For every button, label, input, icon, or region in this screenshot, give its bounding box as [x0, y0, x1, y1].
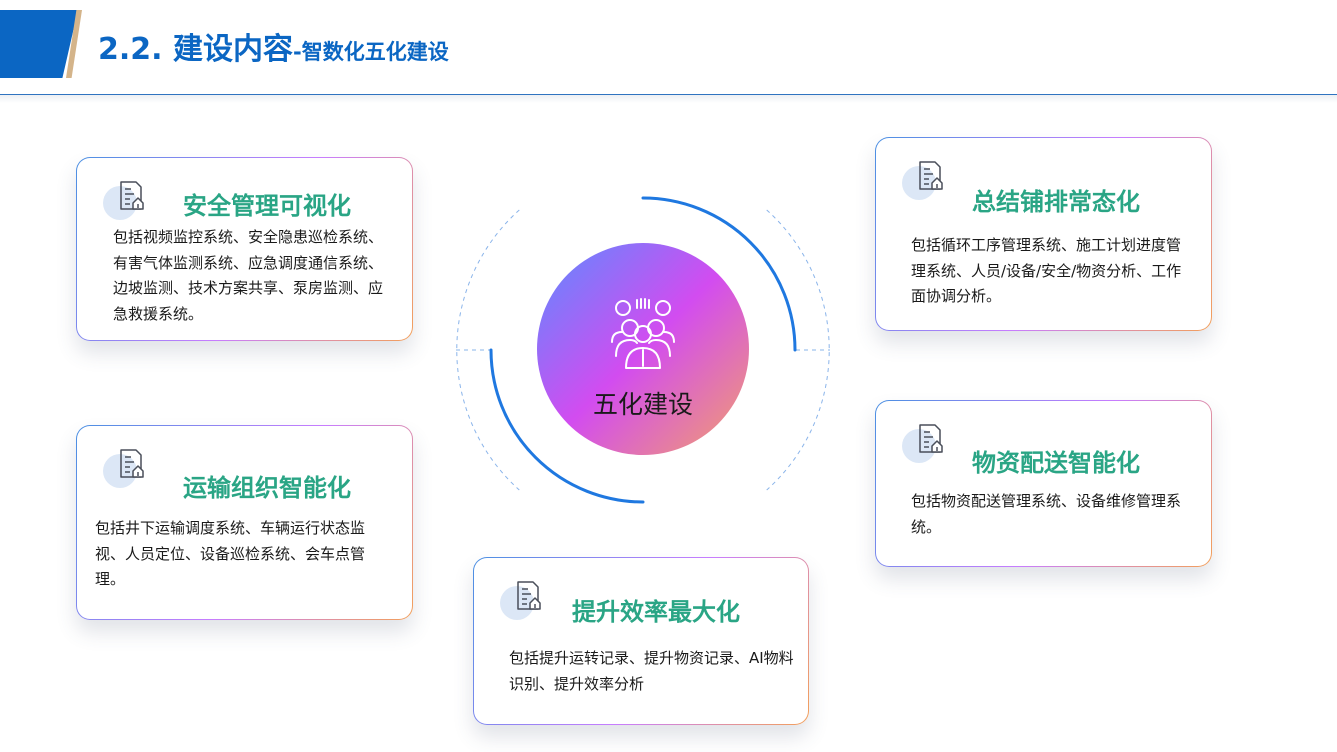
document-icon [919, 161, 943, 190]
team-icon [611, 298, 675, 369]
card-description: 包括物资配送管理系统、设备维修管理系统。 [911, 492, 1182, 536]
page-title-main: 2.2. 建设内容 [98, 32, 293, 67]
document-icon [919, 424, 943, 453]
document-icon [120, 449, 144, 478]
card-title: 总结铺排常态化 [972, 188, 1140, 216]
header-divider-shadow [0, 95, 1337, 103]
card-description: 包括视频监控系统、安全隐患巡检系统、有害气体监测系统、应急调度通信系统、边坡监测… [113, 228, 384, 323]
document-icon [517, 581, 541, 610]
card-description: 包括井下运输调度系统、车辆运行状态监视、人员定位、设备巡检系统、会车点管理。 [95, 519, 366, 588]
card-title: 安全管理可视化 [183, 192, 351, 220]
document-icon [120, 181, 144, 210]
center-label: 五化建设 [592, 390, 693, 419]
page-title: 2.2. 建设内容-智数化五化建设 [98, 32, 449, 65]
card-title: 物资配送智能化 [972, 449, 1140, 477]
page-title-sub: -智数化五化建设 [293, 40, 449, 64]
card-description: 包括提升运转记录、提升物资记录、AI物料识别、提升效率分析 [509, 649, 794, 693]
card-summary: 总结铺排常态化 包括循环工序管理系统、施工计划进度管理系统、人员/设备/安全/物… [875, 137, 1212, 331]
card-title: 提升效率最大化 [572, 598, 740, 626]
card-title: 运输组织智能化 [183, 474, 351, 502]
card-transport: 运输组织智能化 包括井下运输调度系统、车辆运行状态监视、人员定位、设备巡检系统、… [76, 425, 413, 620]
card-description: 包括循环工序管理系统、施工计划进度管理系统、人员/设备/安全/物资分析、工作面协… [911, 236, 1182, 305]
header-accent-block [0, 10, 78, 78]
card-hoist: 提升效率最大化 包括提升运转记录、提升物资记录、AI物料识别、提升效率分析 [473, 557, 809, 725]
card-safety: 安全管理可视化 包括视频监控系统、安全隐患巡检系统、有害气体监测系统、应急调度通… [76, 157, 413, 341]
card-material: 物资配送智能化 包括物资配送管理系统、设备维修管理系统。 [875, 400, 1212, 567]
